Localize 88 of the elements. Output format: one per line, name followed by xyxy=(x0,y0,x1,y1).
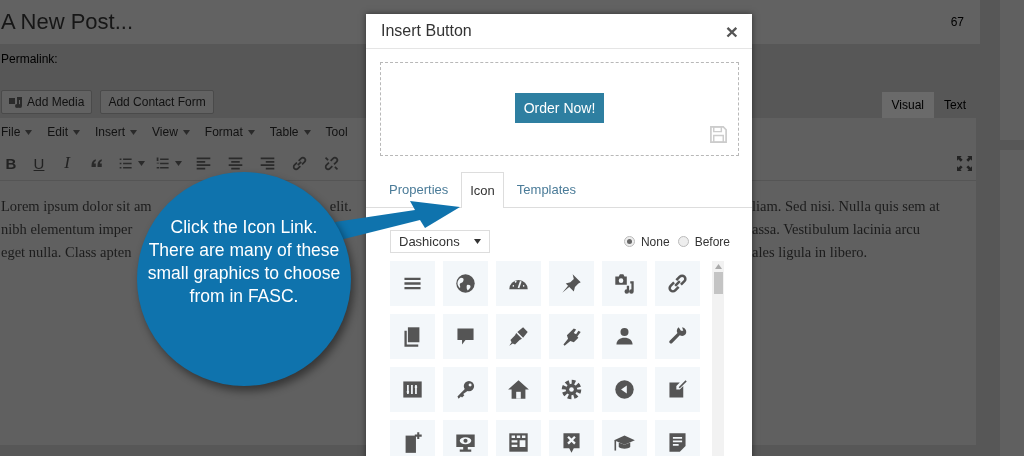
icon-tile[interactable] xyxy=(602,367,647,412)
menu-item[interactable]: Format xyxy=(204,125,255,139)
menu-item[interactable]: Table xyxy=(269,125,311,139)
menu-item[interactable]: View xyxy=(152,125,190,139)
icon-tile[interactable] xyxy=(390,367,435,412)
editor-text: eget nulla. Class apten xyxy=(1,243,132,262)
icon-tile[interactable] xyxy=(496,261,541,306)
menu-item[interactable]: Edit xyxy=(47,125,81,139)
editor-text: liam. Sed nisi. Nulla quis sem at xyxy=(752,197,941,216)
editor-text: elit. xyxy=(329,197,352,216)
caret-icon xyxy=(73,129,81,135)
media-icon xyxy=(9,95,23,109)
editor-text: assa. Vestibulum lacinia arcu xyxy=(752,220,922,239)
caret-icon xyxy=(25,129,33,135)
icon-tile[interactable] xyxy=(549,314,594,359)
icon-tile[interactable] xyxy=(655,261,700,306)
globe-icon xyxy=(454,272,477,295)
icon-tile[interactable] xyxy=(549,261,594,306)
order-now-button[interactable]: Order Now! xyxy=(514,93,605,123)
menu-item[interactable]: Tool xyxy=(325,125,348,139)
editor-text: Lorem ipsum dolor sit am xyxy=(1,197,152,216)
caret-icon xyxy=(182,129,190,135)
link-icon xyxy=(666,272,689,295)
caret-icon xyxy=(303,129,311,135)
icon-tile[interactable] xyxy=(390,420,435,456)
dialog-tab[interactable]: Icon xyxy=(461,172,504,208)
table-icon xyxy=(507,431,530,454)
icon-tile[interactable] xyxy=(655,420,700,456)
editor-text: ales ligula in libero. xyxy=(752,243,869,262)
pin-icon xyxy=(560,272,583,295)
menu-item[interactable]: Insert xyxy=(95,125,138,139)
callout-text: Click the Icon Link. There are many of these small graphics to choose from in FASC. xyxy=(146,216,342,308)
caret-icon xyxy=(247,129,255,135)
edit-icon xyxy=(666,378,689,401)
radio-option[interactable]: Before xyxy=(677,234,730,249)
caret-icon xyxy=(130,129,138,135)
icon-tile[interactable] xyxy=(496,367,541,412)
fullscreen-icon[interactable] xyxy=(957,155,972,171)
italic-button[interactable]: I xyxy=(56,151,78,175)
add-form-button[interactable]: Add Contact Form xyxy=(100,90,214,114)
x-bubble-icon xyxy=(560,431,583,454)
icon-tile[interactable] xyxy=(549,420,594,456)
camera-note-icon xyxy=(613,272,636,295)
icon-tile[interactable] xyxy=(602,314,647,359)
monitor-eye-icon xyxy=(454,431,477,454)
icon-tile[interactable] xyxy=(602,261,647,306)
radio-option[interactable]: None xyxy=(623,234,670,249)
editor-tab[interactable]: Visual xyxy=(881,92,934,118)
icon-tile[interactable] xyxy=(496,420,541,456)
icon-tile[interactable] xyxy=(443,314,488,359)
home-icon xyxy=(507,378,530,401)
icon-set-dropdown[interactable]: Dashicons xyxy=(390,230,490,253)
radio-button[interactable] xyxy=(677,236,689,247)
icon-tile[interactable] xyxy=(443,420,488,456)
close-button[interactable]: × xyxy=(721,20,742,42)
sliders-icon xyxy=(401,378,424,401)
dialog-tab[interactable]: Properties xyxy=(380,182,458,197)
icon-tile[interactable] xyxy=(549,367,594,412)
scroll-thumb[interactable] xyxy=(713,272,723,294)
editor-text: nibh elementum imper xyxy=(1,220,133,239)
caret-icon xyxy=(473,239,481,244)
radio-button[interactable] xyxy=(623,236,635,247)
add-media-button[interactable]: Add Media xyxy=(1,90,93,114)
note-icon xyxy=(666,431,689,454)
bold-button[interactable]: B xyxy=(0,151,22,175)
dialog-title: Insert Button xyxy=(381,22,472,40)
key-icon xyxy=(454,378,477,401)
icon-tile[interactable] xyxy=(443,261,488,306)
brush-icon xyxy=(507,325,530,348)
caret-icon xyxy=(175,160,182,166)
permalink-label: Permalink: xyxy=(1,52,58,66)
underline-button[interactable]: U xyxy=(28,151,50,175)
icon-tile[interactable] xyxy=(390,314,435,359)
dialog-tab[interactable]: Templates xyxy=(507,182,586,197)
icon-tile[interactable] xyxy=(655,314,700,359)
user-icon xyxy=(613,325,636,348)
menu-item[interactable]: File xyxy=(1,125,33,139)
icon-tile[interactable] xyxy=(443,367,488,412)
icon-tile[interactable] xyxy=(496,314,541,359)
icon-tile[interactable] xyxy=(390,261,435,306)
scrollbar[interactable] xyxy=(712,261,724,456)
icon-tile[interactable] xyxy=(655,367,700,412)
icon-tile[interactable] xyxy=(602,420,647,456)
back-icon xyxy=(613,378,636,401)
gear-icon xyxy=(560,378,583,401)
caret-icon xyxy=(138,160,145,166)
post-title[interactable]: A New Post... xyxy=(1,9,134,35)
word-count: 67 xyxy=(950,15,964,29)
